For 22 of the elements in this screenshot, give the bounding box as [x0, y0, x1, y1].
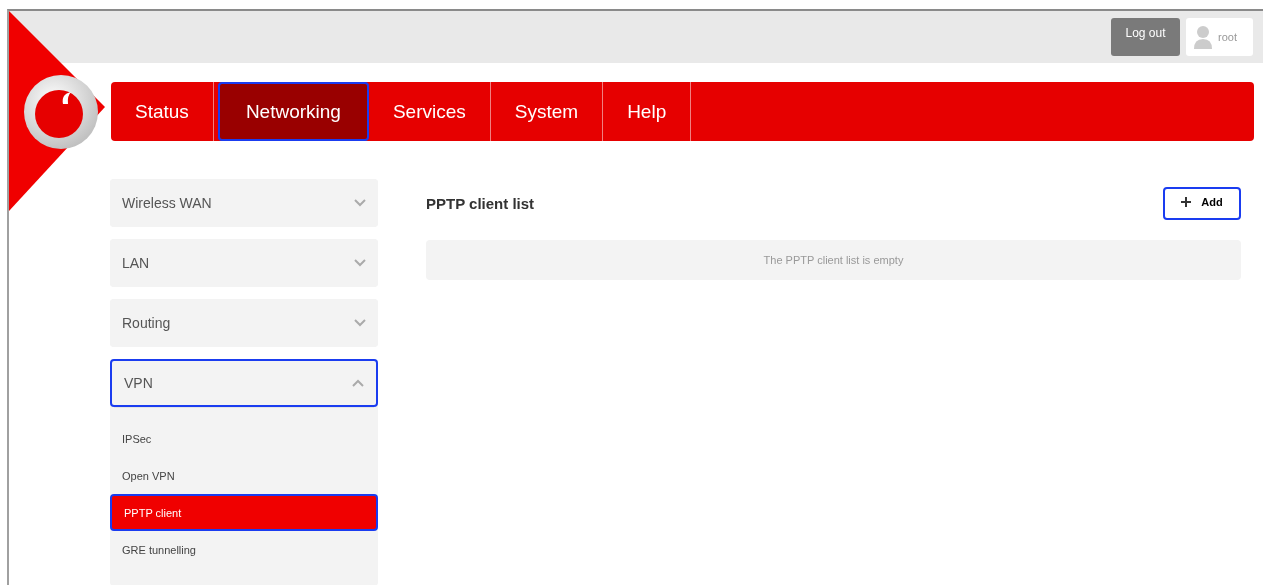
user-icon [1194, 25, 1212, 49]
nav-tab[interactable]: Status [111, 82, 214, 141]
user-name: root [1218, 31, 1237, 43]
section-label: Routing [122, 315, 171, 331]
section-label: Wireless WAN [122, 195, 212, 211]
plus-icon [1181, 196, 1192, 207]
section-title: PPTP client list [426, 194, 535, 212]
submenu-item[interactable]: GRE tunnelling [114, 531, 374, 568]
submenu-item[interactable]: PPTP client [110, 494, 378, 531]
nav-tab[interactable]: Help [603, 82, 692, 141]
section-label: LAN [122, 255, 150, 271]
submenu-item[interactable]: Open VPN [114, 457, 374, 494]
nav-tab[interactable]: Networking [217, 82, 369, 141]
nav-tab[interactable]: Services [368, 82, 491, 141]
logout-button[interactable]: Log out [1111, 18, 1180, 56]
logo-icon [23, 74, 99, 150]
nav-tab[interactable]: System [490, 82, 604, 141]
empty-list-panel: The PPTP client list is empty [426, 240, 1241, 280]
add-button[interactable]: Add [1163, 186, 1241, 220]
section-label: VPN [124, 375, 153, 391]
sidebar-section[interactable]: VPN [110, 359, 378, 407]
submenu-item[interactable]: IPSec [114, 420, 374, 457]
